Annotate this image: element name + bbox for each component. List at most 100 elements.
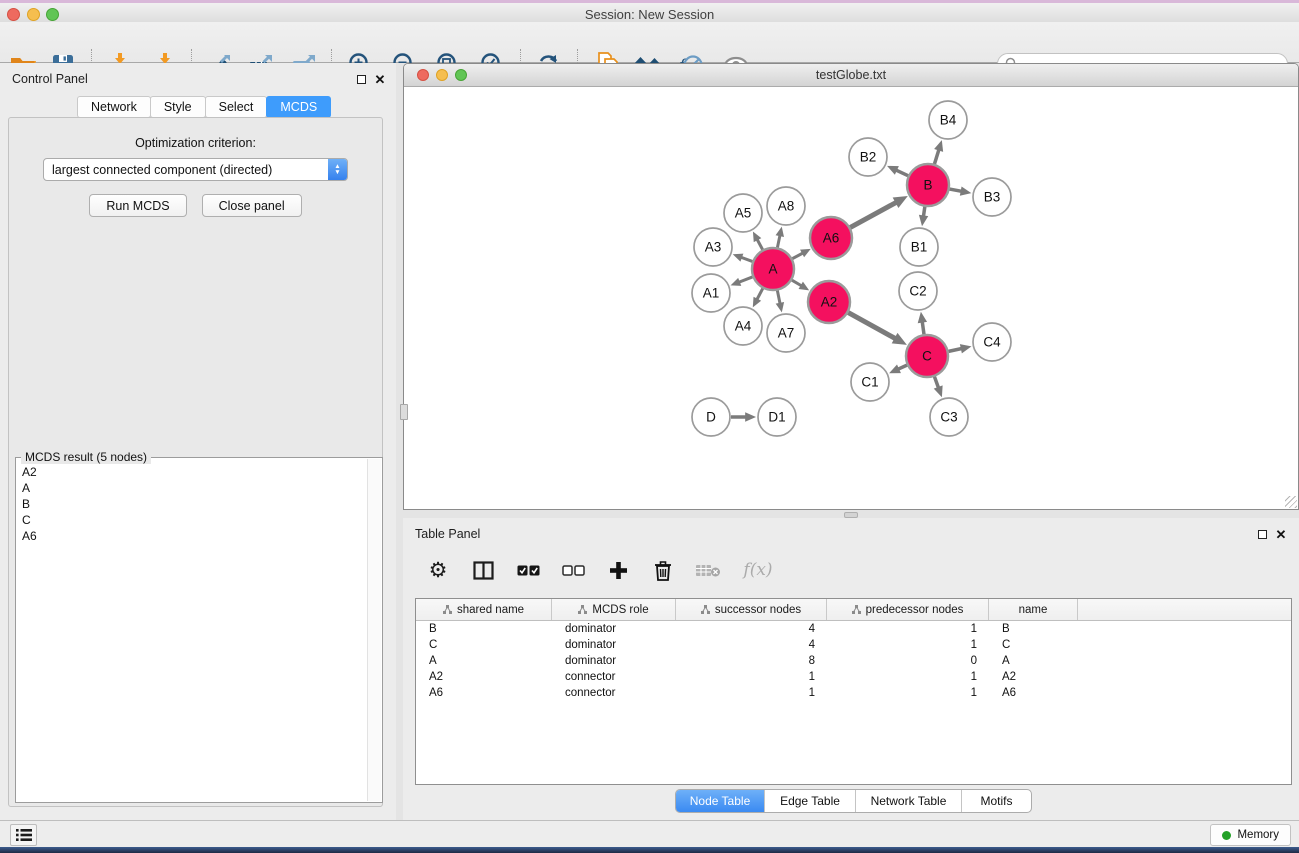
graph-edge-A-A8[interactable] [777,235,780,247]
network-graph[interactable]: B4B2BB3A5A8A6A3B1AC2A1A2A4A7C4CC1C3DD1 [404,87,1298,509]
control-panel: Control Panel ✕ NetworkStyleSelectMCDS O… [0,63,396,820]
table-cell[interactable]: 1 [676,687,827,699]
graph-edge-A2-C[interactable] [848,313,895,339]
table-cell[interactable]: 1 [827,687,989,699]
tab-motifs[interactable]: Motifs [961,790,1031,812]
table-cell[interactable]: connector [552,687,676,699]
checked-boxes-icon [517,565,540,576]
table-cell[interactable]: 4 [676,639,827,651]
tab-node-table[interactable]: Node Table [676,790,764,812]
tab-network-table[interactable]: Network Table [855,790,961,812]
desktop-background-strip [0,847,1299,853]
workspace: Control Panel ✕ NetworkStyleSelectMCDS O… [0,63,1299,820]
table-cell[interactable]: C [416,639,552,651]
table-row[interactable]: Adominator80A [416,653,1291,669]
close-panel-button[interactable]: Close panel [202,194,302,217]
close-control-panel-button[interactable]: ✕ [373,72,387,86]
result-scrollbar[interactable] [367,459,381,801]
arrowhead-icon [918,312,927,323]
graph-edge-C-C2[interactable] [922,322,924,335]
panel-grip[interactable] [400,404,408,420]
table-row[interactable]: A2connector11A2 [416,669,1291,685]
graph-edge-B-B4[interactable] [934,149,938,163]
table-cell[interactable]: connector [552,671,676,683]
graph-edge-A-A4[interactable] [757,288,763,299]
result-item[interactable]: C [22,512,366,528]
graph-edge-A-A6[interactable] [792,253,803,259]
network-canvas[interactable]: B4B2BB3A5A8A6A3B1AC2A1A2A4A7C4CC1C3DD1 [404,87,1298,509]
graph-edge-B-B2[interactable] [896,170,908,176]
table-cell[interactable]: B [416,623,552,635]
graph-edge-B-B1[interactable] [923,207,924,217]
table-settings-button[interactable]: ⚙ [423,555,453,585]
table-toolbar: ⚙ [403,546,1299,594]
table-cell[interactable]: 4 [676,623,827,635]
table-cell[interactable]: 8 [676,655,827,667]
float-table-panel-button[interactable] [1255,527,1269,541]
table-cell[interactable]: A6 [416,687,552,699]
table-cell[interactable]: B [989,623,1078,635]
table-cell[interactable]: dominator [552,655,676,667]
function-builder-button[interactable]: f(x) [738,555,778,585]
result-item[interactable]: A [22,480,366,496]
result-item[interactable]: A6 [22,528,366,544]
tab-select[interactable]: Select [205,96,268,118]
table-cell[interactable]: 1 [676,671,827,683]
deselect-all-button[interactable] [558,555,588,585]
tab-mcds[interactable]: MCDS [266,96,331,118]
delete-button[interactable] [648,555,678,585]
graph-edge-B-B3[interactable] [950,189,962,191]
table-cell[interactable]: dominator [552,623,676,635]
mcds-result-list[interactable]: A2ABCA6 [16,464,366,800]
resize-handle-icon[interactable] [1285,496,1297,508]
table-row[interactable]: A6connector11A6 [416,685,1291,701]
add-button[interactable] [603,555,633,585]
column-header-predecessor-nodes[interactable]: predecessor nodes [827,599,989,620]
table-cell[interactable]: C [989,639,1078,651]
tab-network[interactable]: Network [77,96,151,118]
float-control-panel-button[interactable] [354,72,368,86]
table-cell[interactable]: 1 [827,671,989,683]
memory-button[interactable]: Memory [1210,824,1291,846]
result-item[interactable]: B [22,496,366,512]
column-header-successor-nodes[interactable]: successor nodes [676,599,827,620]
arrowhead-icon [934,385,943,397]
tab-edge-table[interactable]: Edge Table [764,790,855,812]
graph-edge-A6-B[interactable] [850,202,896,227]
table-cell[interactable]: A2 [416,671,552,683]
table-cell[interactable]: 0 [827,655,989,667]
criterion-dropdown[interactable]: largest connected component (directed) ▲… [43,158,348,181]
column-header-MCDS-role[interactable]: MCDS role [552,599,676,620]
optimization-criterion-label: Optimization criterion: [9,136,382,150]
table-row[interactable]: Cdominator41C [416,637,1291,653]
graph-edge-A-A5[interactable] [757,239,763,249]
close-table-panel-button[interactable]: ✕ [1274,527,1288,541]
graph-edge-C-C3[interactable] [934,377,938,388]
column-header-shared-name[interactable]: shared name [416,599,552,620]
select-all-button[interactable] [513,555,543,585]
tab-style[interactable]: Style [150,96,206,118]
table-row[interactable]: Bdominator41B [416,621,1291,637]
graph-edge-C-C4[interactable] [949,348,962,351]
graph-edge-A-A2[interactable] [792,280,802,286]
graph-edge-C-C1[interactable] [898,365,907,369]
table-cell[interactable]: A [989,655,1078,667]
delete-table-button[interactable] [693,555,723,585]
table-cell[interactable]: dominator [552,639,676,651]
split-panel-button[interactable] [468,555,498,585]
graph-edge-A-A1[interactable] [739,277,753,282]
task-history-button[interactable] [10,824,37,846]
table-cell[interactable]: 1 [827,623,989,635]
graph-edge-A-A7[interactable] [777,291,780,304]
table-cell[interactable]: A2 [989,671,1078,683]
network-window-titlebar[interactable]: testGlobe.txt [404,64,1298,87]
run-mcds-button[interactable]: Run MCDS [89,194,186,217]
table-cell[interactable]: A6 [989,687,1078,699]
table-cell[interactable]: 1 [827,639,989,651]
column-header-name[interactable]: name [989,599,1078,620]
result-item[interactable]: A2 [22,464,366,480]
graph-edge-A-A3[interactable] [741,257,752,261]
network-view-window: testGlobe.txt B4B2BB3A5A8A6A3B1AC2A1A2A4… [403,63,1299,510]
table-cell[interactable]: A [416,655,552,667]
node-table[interactable]: shared nameMCDS rolesuccessor nodesprede… [415,598,1292,785]
